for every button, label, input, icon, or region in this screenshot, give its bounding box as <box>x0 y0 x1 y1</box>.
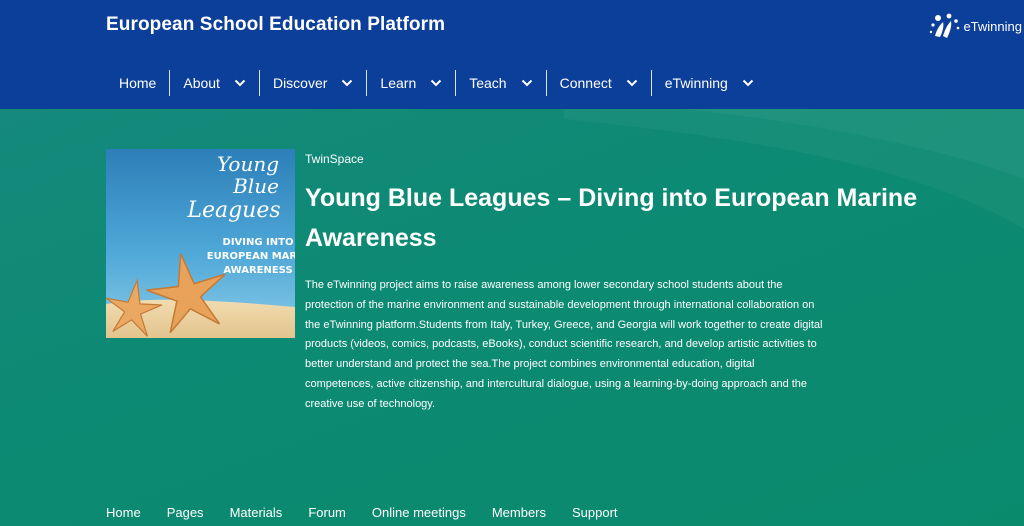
main-nav-item-about[interactable]: About <box>169 70 259 96</box>
project-image-art: Young Blue Leagues DIVING INTO EUROPEAN … <box>106 149 295 338</box>
chevron-down-icon[interactable] <box>742 79 754 87</box>
main-nav-label: eTwinning <box>664 75 728 91</box>
main-nav-label: Learn <box>380 75 417 91</box>
main-nav-label: Teach <box>469 75 507 91</box>
subnav-item-members[interactable]: Members <box>492 505 546 520</box>
main-nav-item-teach[interactable]: Teach <box>455 70 545 96</box>
subnav-item-support[interactable]: Support <box>572 505 618 520</box>
site-title[interactable]: European School Education Platform <box>106 14 445 36</box>
image-script-title-2: Blue <box>232 174 279 198</box>
main-nav-label: Home <box>119 75 157 91</box>
main-nav-item-learn[interactable]: Learn <box>366 70 455 96</box>
etwinning-brand[interactable]: eTwinning <box>929 12 1022 40</box>
main-nav-label: Discover <box>272 75 328 91</box>
subnav-item-materials[interactable]: Materials <box>230 505 283 520</box>
chevron-down-icon[interactable] <box>341 79 353 87</box>
project-description: The eTwinning project aims to raise awar… <box>305 279 823 410</box>
etwinning-logo-icon <box>930 13 960 38</box>
image-script-title-1: Young <box>217 152 279 176</box>
main-nav-item-home[interactable]: Home <box>106 70 169 96</box>
main-nav-item-connect[interactable]: Connect <box>545 70 651 96</box>
image-caption-1: DIVING INTO <box>223 237 294 248</box>
subnav-item-forum[interactable]: Forum <box>308 505 346 520</box>
subnav-item-home[interactable]: Home <box>106 505 141 520</box>
main-nav-item-etwinning[interactable]: eTwinning <box>650 70 767 96</box>
main-navigation: Home About Discover Learn Teach Connect eTwinn… <box>106 70 767 96</box>
site-header: European School Education Platform eTwin… <box>0 0 1024 109</box>
twinspace-navigation: Home Pages Materials Forum Online meetings Me… <box>106 505 644 520</box>
chevron-down-icon[interactable] <box>430 79 442 87</box>
chevron-down-icon[interactable] <box>626 79 638 87</box>
subnav-item-online-meetings[interactable]: Online meetings <box>372 505 466 520</box>
image-caption-3: AWARENESS <box>223 265 292 276</box>
main-nav-label: About <box>183 75 220 91</box>
project-title: Young Blue Leagues – Diving into Europea… <box>305 184 918 252</box>
chevron-down-icon[interactable] <box>521 79 533 87</box>
project-eyebrow: TwinSpace <box>305 152 364 166</box>
brand-label: eTwinning <box>963 18 1022 34</box>
main-nav-label: Connect <box>559 75 612 91</box>
main-nav-item-discover[interactable]: Discover <box>258 70 366 96</box>
chevron-down-icon[interactable] <box>234 79 246 87</box>
image-script-title-3: Leagues <box>186 198 280 223</box>
subnav-item-pages[interactable]: Pages <box>167 505 204 520</box>
project-image[interactable]: Young Blue Leagues DIVING INTO EUROPEAN … <box>106 149 295 338</box>
image-caption-2: EUROPEAN MARIN <box>207 251 295 262</box>
